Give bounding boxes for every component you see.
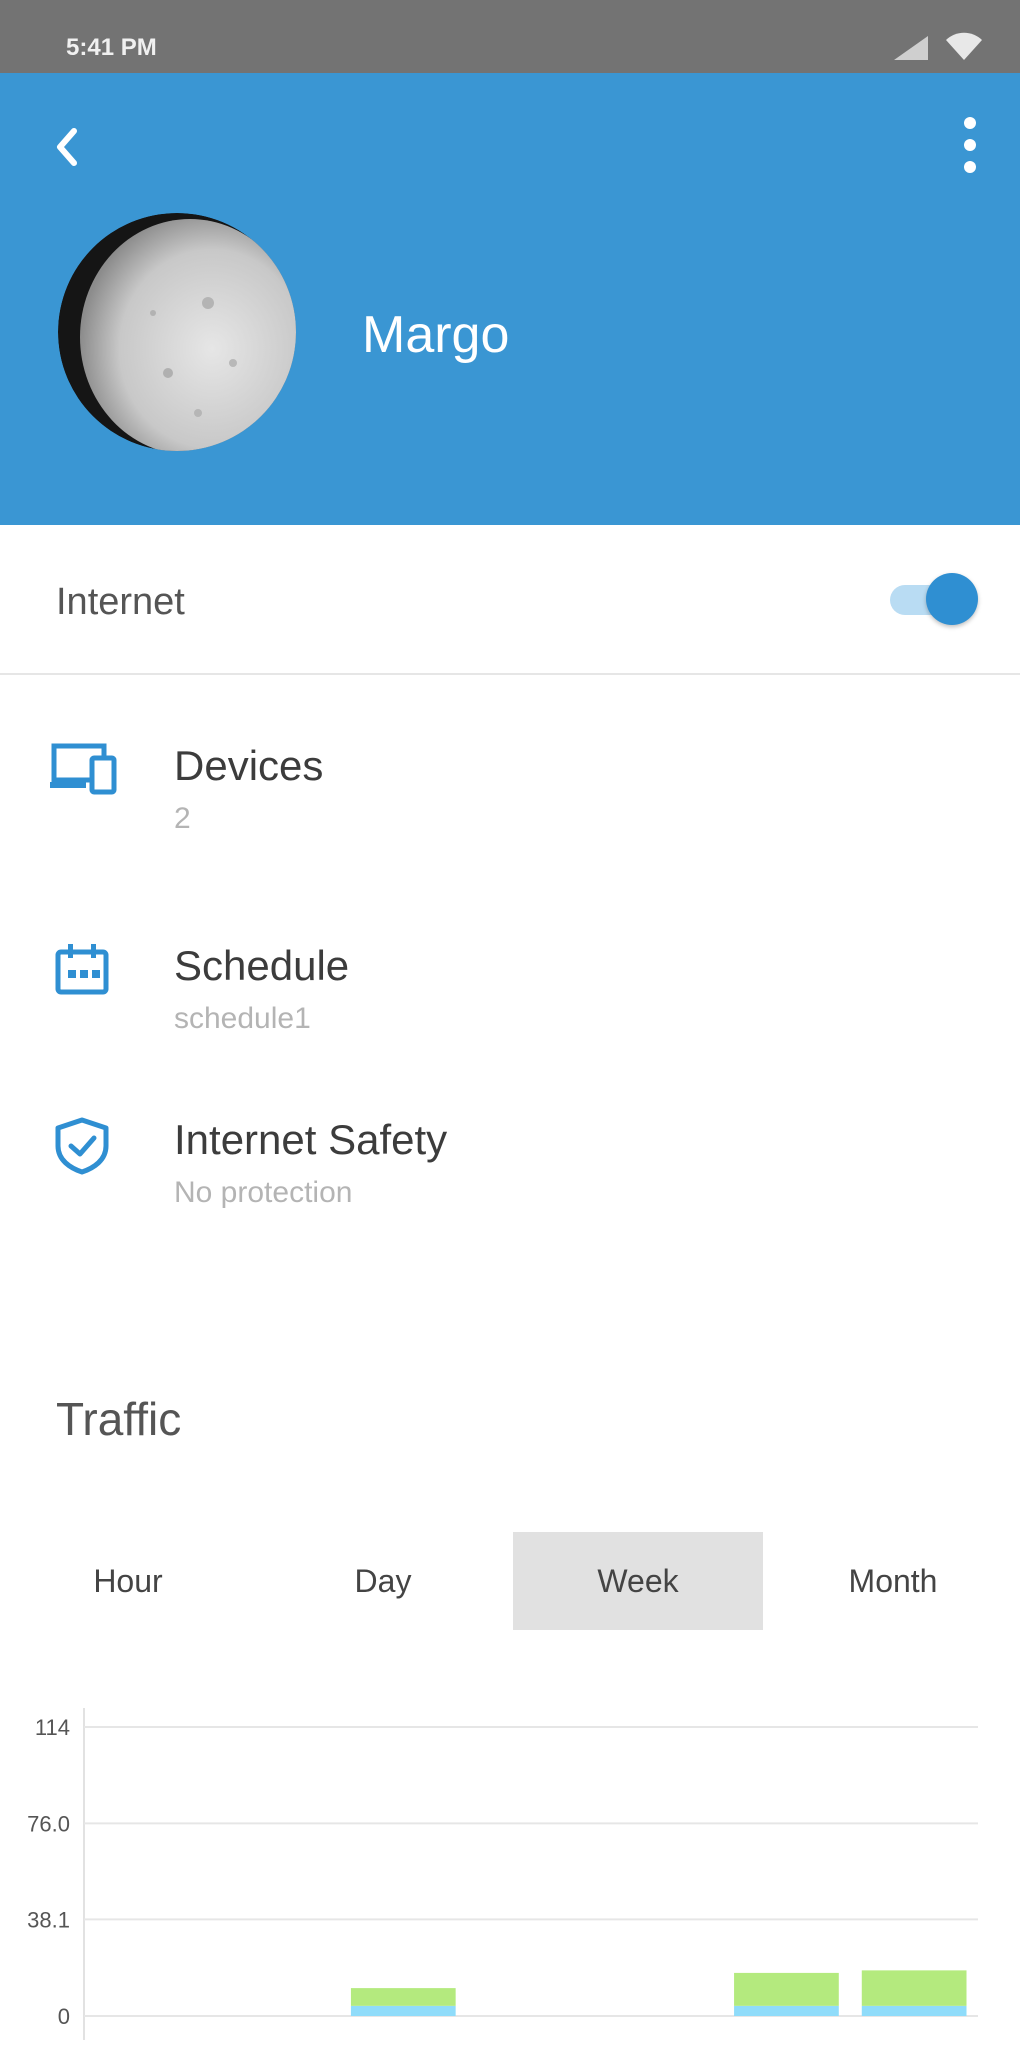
more-vert-icon (964, 117, 976, 173)
bar-segment (350, 2005, 456, 2016)
y-tick-label: 114 (35, 1715, 70, 1740)
y-tick-label: 76.0 (27, 1811, 70, 1836)
profile-name: Margo (362, 306, 510, 364)
internet-safety-item[interactable]: Internet Safety No protection (0, 1116, 1020, 1266)
more-options-button[interactable] (960, 113, 980, 177)
traffic-range-tabs: Hour Day Week Month (0, 1532, 1020, 1630)
bar-segment (861, 1970, 967, 2006)
status-bar: 5:41 PM (0, 0, 1020, 73)
devices-title: Devices (174, 742, 324, 789)
y-tick-label: 0 (58, 2004, 70, 2029)
toggle-thumb (926, 573, 978, 625)
y-tick-label: 38.1 (27, 1907, 70, 1932)
schedule-item[interactable]: Schedule schedule1 (0, 942, 1020, 1092)
schedule-icon (50, 942, 122, 1002)
back-icon (57, 128, 77, 166)
bar-segment (861, 2005, 967, 2016)
internet-safety-title: Internet Safety (174, 1116, 448, 1163)
devices-count: 2 (174, 802, 191, 835)
schedule-title: Schedule (174, 942, 350, 989)
devices-item[interactable]: Devices 2 (0, 742, 1020, 892)
signal-icon (894, 36, 928, 60)
devices-icon (50, 742, 122, 802)
internet-safety-status: No protection (174, 1176, 353, 1209)
bar-segment (350, 1988, 456, 2006)
tab-hour[interactable]: Hour (3, 1532, 253, 1630)
schedule-name: schedule1 (174, 1002, 311, 1035)
moon-avatar-image (58, 213, 296, 451)
status-icons (892, 30, 984, 62)
profile-header: Margo (0, 73, 1020, 525)
back-button[interactable] (46, 121, 90, 173)
bar-segment (734, 1972, 839, 2006)
internet-toggle[interactable] (888, 571, 980, 627)
traffic-chart-svg: 114 76.0 38.1 0 (27, 1708, 978, 2040)
internet-toggle-label: Internet (56, 581, 185, 623)
shield-check-icon (50, 1116, 122, 1176)
internet-toggle-row: Internet (0, 525, 1020, 675)
bar-segment (734, 2005, 839, 2016)
status-time: 5:41 PM (66, 34, 157, 61)
tab-day[interactable]: Day (258, 1532, 508, 1630)
avatar[interactable] (58, 213, 296, 451)
tab-week[interactable]: Week (513, 1532, 763, 1630)
tab-month[interactable]: Month (768, 1532, 1018, 1630)
traffic-chart: 114 76.0 38.1 0 (0, 1700, 1020, 2040)
traffic-title: Traffic (56, 1393, 182, 1445)
wifi-icon (946, 32, 982, 60)
